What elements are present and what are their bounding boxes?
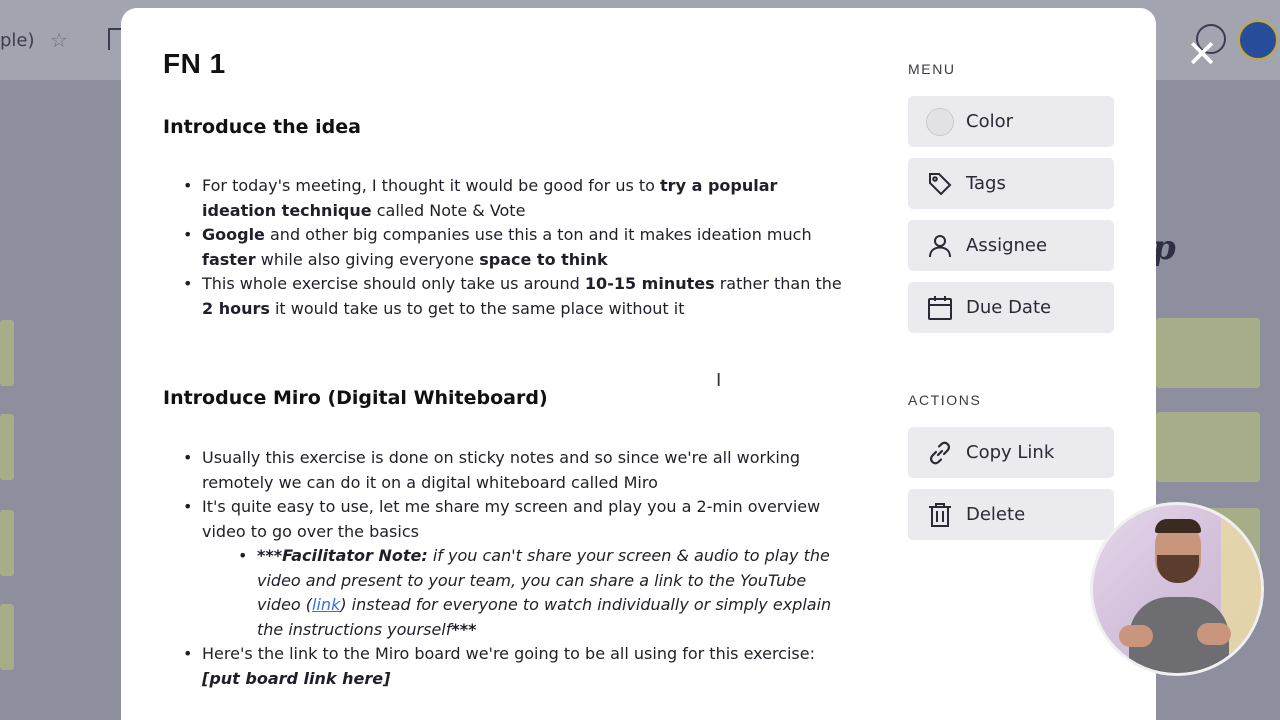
card-title[interactable]: FN 1 <box>163 48 226 80</box>
youtube-link[interactable]: link <box>312 595 340 614</box>
copy-link-button[interactable]: Copy Link <box>908 427 1114 478</box>
menu-label: MENU <box>908 61 956 77</box>
presenter-webcam <box>1090 502 1264 676</box>
background-sticky-note <box>0 414 14 480</box>
tags-button[interactable]: Tags <box>908 158 1114 209</box>
link-icon <box>924 437 956 469</box>
copy-link-button-label: Copy Link <box>966 442 1055 463</box>
tags-button-label: Tags <box>966 173 1006 194</box>
list-item: For today's meeting, I thought it would … <box>183 174 843 223</box>
calendar-icon <box>924 292 956 324</box>
background-sticky-note <box>0 604 14 670</box>
avatar <box>1238 20 1278 60</box>
list-item: It's quite easy to use, let me share my … <box>183 495 843 544</box>
delete-button[interactable]: Delete <box>908 489 1114 540</box>
star-icon: ☆ <box>50 28 68 52</box>
card-detail-modal: FN 1 Introduce the idea For today's meet… <box>121 8 1156 720</box>
background-sticky-note <box>1156 318 1260 388</box>
close-modal-button[interactable]: ✕ <box>1186 35 1218 73</box>
facilitator-note: ***Facilitator Note: if you can't share … <box>183 544 843 642</box>
due-date-button[interactable]: Due Date <box>908 282 1114 333</box>
section-heading-introduce-idea: Introduce the idea <box>163 116 361 138</box>
color-button-label: Color <box>966 111 1013 132</box>
background-sticky-note <box>0 510 14 576</box>
list-item: Google and other big companies use this … <box>183 223 843 272</box>
section-heading-introduce-miro: Introduce Miro (Digital Whiteboard) <box>163 387 548 409</box>
background-sticky-note <box>0 320 14 386</box>
tag-icon <box>924 168 956 200</box>
bullet-list-idea: For today's meeting, I thought it would … <box>183 174 843 321</box>
list-item: Usually this exercise is done on sticky … <box>183 446 843 495</box>
delete-button-label: Delete <box>966 504 1026 525</box>
assignee-button-label: Assignee <box>966 235 1048 256</box>
trash-icon <box>924 499 956 531</box>
color-button[interactable]: Color <box>908 96 1114 147</box>
board-title: ple) <box>0 30 35 51</box>
list-item: Here's the link to the Miro board we're … <box>183 642 843 691</box>
list-item: This whole exercise should only take us … <box>183 272 843 321</box>
user-icon <box>924 230 956 262</box>
assignee-button[interactable]: Assignee <box>908 220 1114 271</box>
due-date-button-label: Due Date <box>966 297 1052 318</box>
text-cursor-icon: I <box>716 370 722 391</box>
bullet-list-miro: Usually this exercise is done on sticky … <box>183 446 843 691</box>
actions-label: ACTIONS <box>908 392 982 408</box>
color-dot-icon <box>924 106 956 138</box>
background-sticky-note <box>1156 412 1260 482</box>
